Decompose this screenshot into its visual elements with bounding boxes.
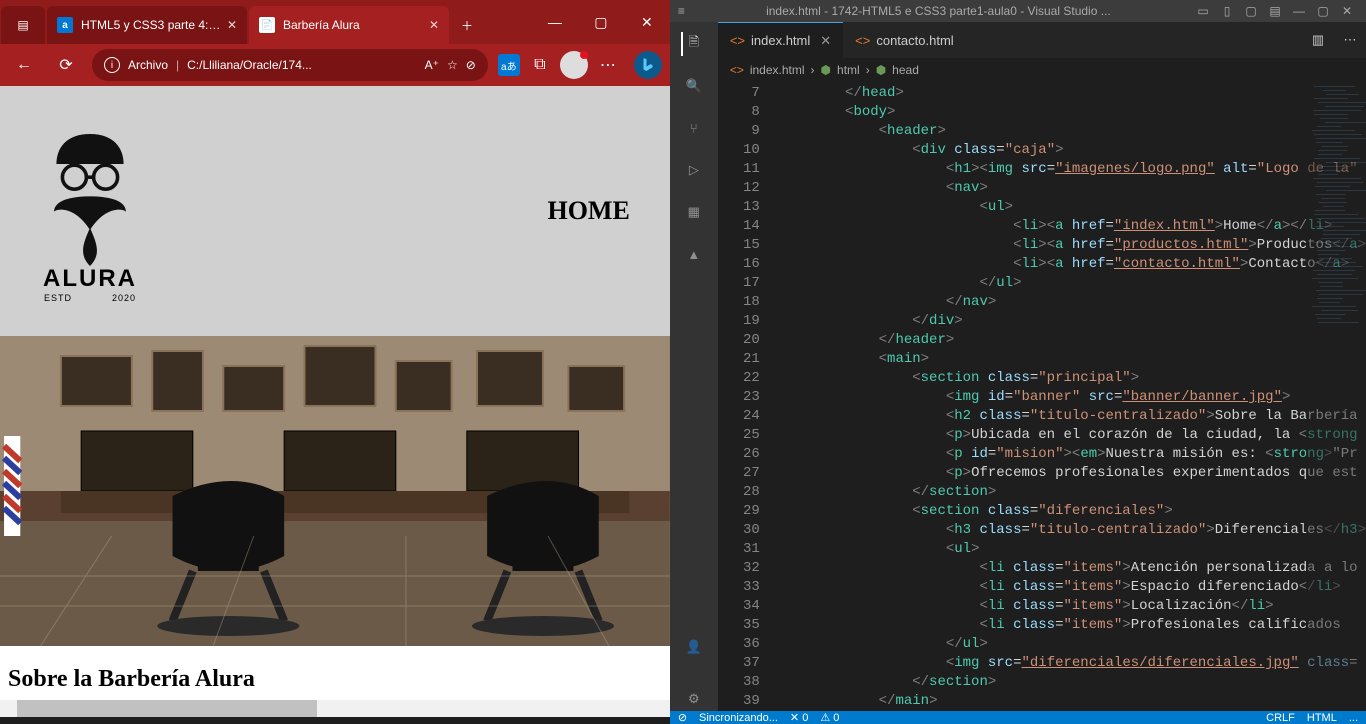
close-icon[interactable]: ✕ <box>227 18 237 32</box>
horizontal-scrollbar[interactable] <box>0 700 670 717</box>
logo-estd: ESTD <box>44 293 72 303</box>
logo-graphic <box>30 119 150 269</box>
status-item[interactable]: ⚠ 0 <box>820 711 839 724</box>
vscode-window: ≡ index.html - 1742-HTML5 e CSS3 parte1-… <box>670 0 1366 717</box>
close-window-button[interactable]: ✕ <box>624 0 670 44</box>
logo-year: 2020 <box>112 293 136 303</box>
html-file-icon: <> <box>855 33 870 48</box>
favicon-alura: a <box>57 17 73 33</box>
code-editor[interactable]: 7891011121314151617181920212223242526272… <box>718 82 1366 711</box>
addr-prefix: Archivo <box>128 58 168 72</box>
tab-2-label: Barbería Alura <box>283 18 423 32</box>
minimize-button[interactable]: — <box>1288 0 1310 22</box>
banner-image <box>0 336 670 646</box>
page-viewport[interactable]: ALURA ESTD 2020 HOME <box>0 86 670 717</box>
blocker-icon[interactable]: ⊘ <box>466 58 476 72</box>
info-icon[interactable]: i <box>104 57 120 73</box>
more-icon[interactable]: ⋯ <box>594 51 622 79</box>
tab-2[interactable]: 📄 Barbería Alura ✕ <box>249 6 449 44</box>
logo: ALURA ESTD 2020 <box>20 116 160 306</box>
nav-home[interactable]: HOME <box>547 196 629 226</box>
status-bar[interactable]: ⊘ Sincronizando... ✕ 0 ⚠ 0 CRLF HTML... <box>670 711 1366 724</box>
html-file-icon: <> <box>730 63 744 77</box>
editor-tab-contacto[interactable]: <> contacto.html <box>843 22 966 58</box>
bing-button[interactable] <box>634 51 662 79</box>
crumb-html[interactable]: html <box>837 63 860 77</box>
browser-tabstrip: ▤ a HTML5 y CSS3 parte 4: Avan ✕ 📄 Barbe… <box>0 0 670 44</box>
line-gutter: 7891011121314151617181920212223242526272… <box>718 82 778 711</box>
refresh-button[interactable]: ⟳ <box>50 49 82 81</box>
address-bar[interactable]: i Archivo | C:/Lliliana/Oracle/174... A⁺… <box>92 49 488 81</box>
activity-bar: 🗎 🔍 ⑂ ▷ ▦ ▲ 👤 ⚙ <box>670 22 718 711</box>
status-item[interactable]: ... <box>1349 712 1358 724</box>
more-icon[interactable]: ⋯ <box>1334 22 1366 58</box>
favicon-page: 📄 <box>259 17 275 33</box>
layout-icon[interactable]: ▭ <box>1192 0 1214 22</box>
minimap[interactable] <box>1306 82 1366 711</box>
tab-1-label: HTML5 y CSS3 parte 4: Avan <box>81 18 221 32</box>
maximize-button[interactable]: ▢ <box>578 0 624 44</box>
crumb-head[interactable]: head <box>892 63 919 77</box>
editor-tab-label: contacto.html <box>876 33 953 48</box>
translate-icon[interactable]: aあ <box>498 54 520 76</box>
close-button[interactable]: ✕ <box>1336 0 1358 22</box>
back-button[interactable]: ← <box>8 49 40 81</box>
atlassian-icon[interactable]: ▲ <box>682 242 706 266</box>
account-icon[interactable]: 👤 <box>682 635 706 659</box>
tab-1[interactable]: a HTML5 y CSS3 parte 4: Avan ✕ <box>47 6 247 44</box>
run-debug-icon[interactable]: ▷ <box>682 158 706 182</box>
collections-icon[interactable]: ⧉ <box>526 51 554 79</box>
logo-name: ALURA <box>43 265 137 293</box>
layout-icon[interactable]: ▤ <box>1264 0 1286 22</box>
settings-icon[interactable]: ⚙ <box>682 687 706 711</box>
profile-avatar[interactable] <box>560 51 588 79</box>
editor-tab-index[interactable]: <> index.html ✕ <box>718 22 843 58</box>
browser-toolbar: ← ⟳ i Archivo | C:/Lliliana/Oracle/174..… <box>0 44 670 86</box>
html-file-icon: <> <box>730 33 745 48</box>
status-item[interactable]: ✕ 0 <box>790 711 808 724</box>
source-control-icon[interactable]: ⑂ <box>682 116 706 140</box>
favorite-icon[interactable]: ☆ <box>447 58 458 72</box>
vscode-titlebar[interactable]: ≡ index.html - 1742-HTML5 e CSS3 parte1-… <box>670 0 1366 22</box>
crumb-file[interactable]: index.html <box>750 63 805 77</box>
vscode-title: index.html - 1742-HTML5 e CSS3 parte1-au… <box>685 4 1192 18</box>
status-item[interactable]: Sincronizando... <box>699 712 778 724</box>
addr-path: C:/Lliliana/Oracle/174... <box>187 58 312 72</box>
scrollbar-thumb[interactable] <box>17 700 317 717</box>
vscode-menu-icon[interactable]: ≡ <box>678 4 685 18</box>
layout-icon[interactable]: ▢ <box>1240 0 1262 22</box>
tab-workspace[interactable]: ▤ <box>1 6 45 44</box>
page-header: ALURA ESTD 2020 HOME <box>0 86 670 336</box>
close-icon[interactable]: ✕ <box>429 18 439 32</box>
browser-window: ▤ a HTML5 y CSS3 parte 4: Avan ✕ 📄 Barbe… <box>0 0 670 717</box>
status-item[interactable]: ⊘ <box>678 711 687 724</box>
minimize-button[interactable]: — <box>532 0 578 44</box>
close-icon[interactable]: ✕ <box>820 33 831 49</box>
status-item[interactable]: HTML <box>1307 712 1337 724</box>
search-icon[interactable]: 🔍 <box>682 74 706 98</box>
explorer-icon[interactable]: 🗎 <box>681 32 705 56</box>
new-tab-button[interactable]: ＋ <box>451 6 483 44</box>
editor-tab-label: index.html <box>751 33 810 48</box>
layout-icon[interactable]: ▯ <box>1216 0 1238 22</box>
breadcrumb[interactable]: <> index.html › ⬢ html › ⬢ head <box>718 58 1366 82</box>
page-h2: Sobre la Barbería Alura <box>0 646 670 699</box>
extensions-icon[interactable]: ▦ <box>682 200 706 224</box>
status-item[interactable]: CRLF <box>1266 712 1295 724</box>
split-editor-icon[interactable]: ▥ <box>1302 22 1334 58</box>
maximize-button[interactable]: ▢ <box>1312 0 1334 22</box>
editor-tabs: <> index.html ✕ <> contacto.html ▥ ⋯ <box>718 22 1366 58</box>
